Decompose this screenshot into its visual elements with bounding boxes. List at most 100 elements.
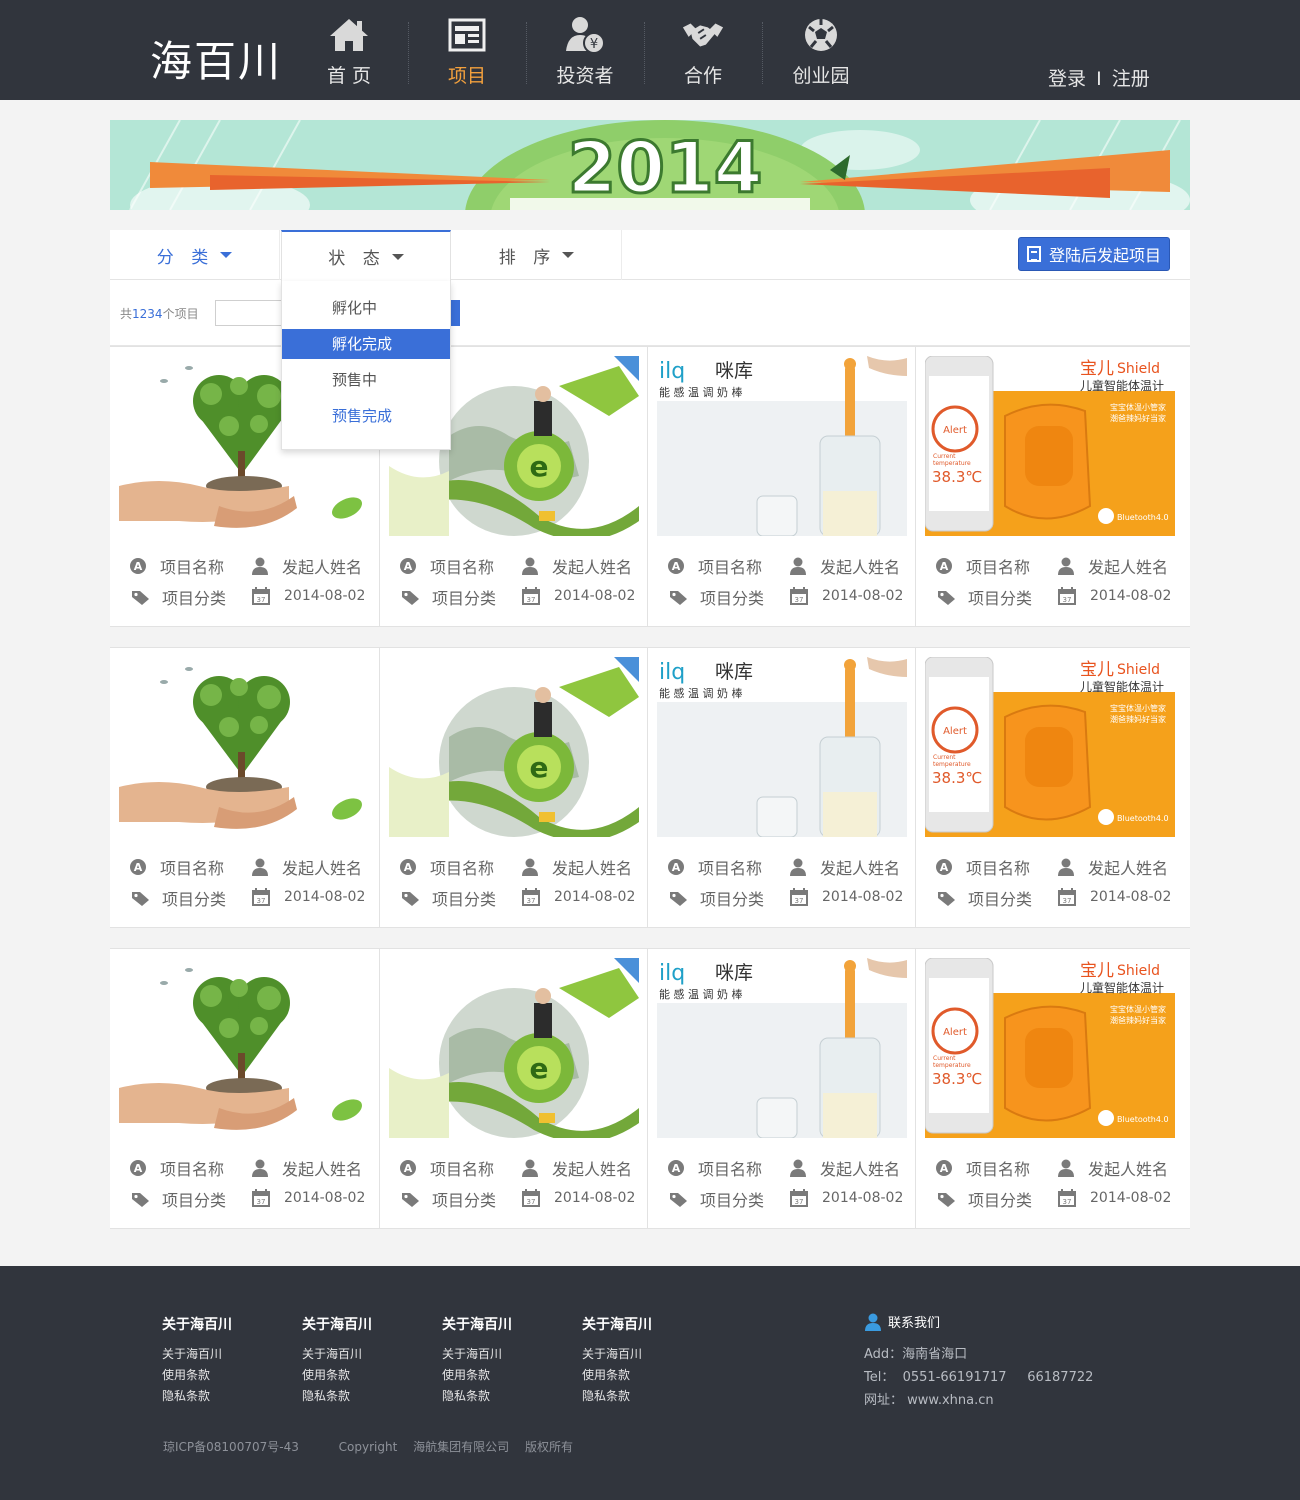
project-category[interactable]: 项目分类 bbox=[432, 585, 496, 609]
footer-link[interactable]: 隐私条款 bbox=[302, 1386, 372, 1407]
project-category[interactable]: 项目分类 bbox=[700, 585, 764, 609]
project-image[interactable]: Alert Current temperature 38.3℃ 宝儿 Shiel… bbox=[925, 356, 1175, 536]
footer-link[interactable]: 关于海百川 bbox=[582, 1344, 652, 1365]
founder-name[interactable]: 发起人姓名 bbox=[820, 1156, 900, 1180]
launch-project-button[interactable]: 登陆后发起项目 bbox=[1018, 237, 1170, 271]
project-name[interactable]: 项目名称 bbox=[160, 554, 224, 578]
project-card[interactable]: ilq 咪库 能 感 温 调 奶 棒 A 项目名称 发起人姓名 项目分类 37 … bbox=[648, 648, 916, 928]
project-name[interactable]: 项目名称 bbox=[966, 1156, 1030, 1180]
project-category[interactable]: 项目分类 bbox=[162, 585, 226, 609]
project-image[interactable]: ilq 咪库 能 感 温 调 奶 棒 bbox=[657, 657, 907, 837]
project-name[interactable]: 项目名称 bbox=[966, 554, 1030, 578]
founder-name[interactable]: 发起人姓名 bbox=[552, 855, 632, 879]
site-logo[interactable]: 海百川 bbox=[150, 28, 282, 89]
category-filter[interactable]: 分 类 bbox=[110, 230, 280, 280]
results-bar: 共1234个项目 bbox=[110, 280, 1190, 346]
project-card[interactable]: Alert Current temperature 38.3℃ 宝儿 Shiel… bbox=[916, 949, 1190, 1229]
founder-name[interactable]: 发起人姓名 bbox=[282, 554, 362, 578]
nav-investors[interactable]: ¥ 投资者 bbox=[526, 0, 644, 100]
project-card[interactable]: ilq 咪库 能 感 温 调 奶 棒 A 项目名称 发起人姓名 项目分类 37 … bbox=[648, 347, 916, 627]
search-button[interactable] bbox=[450, 300, 460, 326]
project-category[interactable]: 项目分类 bbox=[700, 886, 764, 910]
project-name[interactable]: 项目名称 bbox=[160, 855, 224, 879]
top-header: 海百川 首 页 项目 ¥ 投资者 合作 创业园 登录 I 注册 bbox=[0, 0, 1300, 100]
project-name-field: A 项目名称 bbox=[130, 855, 224, 879]
founder-name[interactable]: 发起人姓名 bbox=[552, 1156, 632, 1180]
svg-text:e: e bbox=[530, 1052, 549, 1085]
project-category[interactable]: 项目分类 bbox=[162, 1187, 226, 1211]
project-image[interactable]: e bbox=[389, 657, 639, 837]
project-image[interactable]: ilq 咪库 能 感 温 调 奶 棒 bbox=[657, 356, 907, 536]
project-date: 2014-08-02 bbox=[822, 1190, 904, 1206]
footer-link[interactable]: 关于海百川 bbox=[442, 1344, 512, 1365]
project-card[interactable]: Alert Current temperature 38.3℃ 宝儿 Shiel… bbox=[916, 648, 1190, 928]
founder-name[interactable]: 发起人姓名 bbox=[1088, 855, 1168, 879]
footer-link[interactable]: 关于海百川 bbox=[302, 1344, 372, 1365]
nav-projects[interactable]: 项目 bbox=[408, 0, 526, 100]
project-card[interactable]: ilq 咪库 能 感 温 调 奶 棒 A 项目名称 发起人姓名 项目分类 37 … bbox=[648, 949, 916, 1229]
project-name[interactable]: 项目名称 bbox=[698, 1156, 762, 1180]
project-card[interactable]: e A 项目名称 发起人姓名 项目分类 37 2014-08-02 bbox=[380, 949, 648, 1229]
project-category[interactable]: 项目分类 bbox=[432, 886, 496, 910]
project-category[interactable]: 项目分类 bbox=[700, 1187, 764, 1211]
letter-a-icon: A bbox=[936, 558, 952, 574]
status-option[interactable]: 预售完成 bbox=[282, 401, 450, 431]
project-image[interactable] bbox=[119, 958, 369, 1138]
project-image[interactable]: Alert Current temperature 38.3℃ 宝儿 Shiel… bbox=[925, 958, 1175, 1138]
project-category[interactable]: 项目分类 bbox=[968, 886, 1032, 910]
project-name[interactable]: 项目名称 bbox=[160, 1156, 224, 1180]
user-icon bbox=[522, 858, 538, 876]
project-name[interactable]: 项目名称 bbox=[698, 855, 762, 879]
project-category[interactable]: 项目分类 bbox=[968, 1187, 1032, 1211]
footer-link[interactable]: 使用条款 bbox=[582, 1365, 652, 1386]
founder-name[interactable]: 发起人姓名 bbox=[820, 554, 900, 578]
founder-name[interactable]: 发起人姓名 bbox=[552, 554, 632, 578]
footer-link[interactable]: 隐私条款 bbox=[582, 1386, 652, 1407]
project-card[interactable]: A 项目名称 发起人姓名 项目分类 37 2014-08-02 bbox=[110, 648, 380, 928]
project-image[interactable] bbox=[119, 657, 369, 837]
project-card[interactable]: Alert Current temperature 38.3℃ 宝儿 Shiel… bbox=[916, 347, 1190, 627]
register-link[interactable]: 注册 bbox=[1112, 68, 1150, 90]
project-name[interactable]: 项目名称 bbox=[966, 855, 1030, 879]
project-category[interactable]: 项目分类 bbox=[968, 585, 1032, 609]
footer-link[interactable]: 使用条款 bbox=[302, 1365, 372, 1386]
status-option[interactable]: 孵化中 bbox=[282, 293, 450, 323]
svg-text:A: A bbox=[404, 861, 413, 874]
project-image[interactable]: ilq 咪库 能 感 温 调 奶 棒 bbox=[657, 958, 907, 1138]
footer-link[interactable]: 使用条款 bbox=[442, 1365, 512, 1386]
founder-name[interactable]: 发起人姓名 bbox=[1088, 554, 1168, 578]
project-name[interactable]: 项目名称 bbox=[698, 554, 762, 578]
user-icon bbox=[1058, 557, 1074, 575]
project-image[interactable]: Alert Current temperature 38.3℃ 宝儿 Shiel… bbox=[925, 657, 1175, 837]
calendar-icon: 37 bbox=[1058, 888, 1076, 906]
project-card[interactable]: A 项目名称 发起人姓名 项目分类 37 2014-08-02 bbox=[110, 949, 380, 1229]
project-name[interactable]: 项目名称 bbox=[430, 554, 494, 578]
status-filter[interactable]: 状 态 bbox=[281, 230, 451, 281]
project-category[interactable]: 项目分类 bbox=[162, 886, 226, 910]
project-image[interactable]: e bbox=[389, 958, 639, 1138]
status-option[interactable]: 预售中 bbox=[282, 365, 450, 395]
login-link[interactable]: 登录 bbox=[1048, 68, 1086, 90]
founder-name[interactable]: 发起人姓名 bbox=[820, 855, 900, 879]
project-name[interactable]: 项目名称 bbox=[430, 1156, 494, 1180]
project-name[interactable]: 项目名称 bbox=[430, 855, 494, 879]
project-category[interactable]: 项目分类 bbox=[432, 1187, 496, 1211]
sort-filter[interactable]: 排 序 bbox=[452, 230, 622, 280]
promo-banner[interactable]: 2014 bbox=[110, 120, 1190, 210]
project-date: 2014-08-02 bbox=[554, 889, 636, 905]
footer-link[interactable]: 关于海百川 bbox=[162, 1344, 232, 1365]
founder-name[interactable]: 发起人姓名 bbox=[282, 1156, 362, 1180]
founder-name[interactable]: 发起人姓名 bbox=[1088, 1156, 1168, 1180]
footer-link[interactable]: 隐私条款 bbox=[162, 1386, 232, 1407]
nav-cooperation[interactable]: 合作 bbox=[644, 0, 762, 100]
footer-link[interactable]: 隐私条款 bbox=[442, 1386, 512, 1407]
footer-link[interactable]: 使用条款 bbox=[162, 1365, 232, 1386]
nav-label: 投资者 bbox=[556, 65, 614, 87]
founder-name[interactable]: 发起人姓名 bbox=[282, 855, 362, 879]
status-option-selected[interactable]: 孵化完成 bbox=[282, 329, 450, 359]
nav-incubator[interactable]: 创业园 bbox=[762, 0, 880, 100]
svg-text:A: A bbox=[404, 560, 413, 573]
project-card[interactable]: e A 项目名称 发起人姓名 项目分类 37 2014-08-02 bbox=[380, 648, 648, 928]
nav-home[interactable]: 首 页 bbox=[290, 0, 408, 100]
nav-label: 合作 bbox=[683, 65, 722, 87]
